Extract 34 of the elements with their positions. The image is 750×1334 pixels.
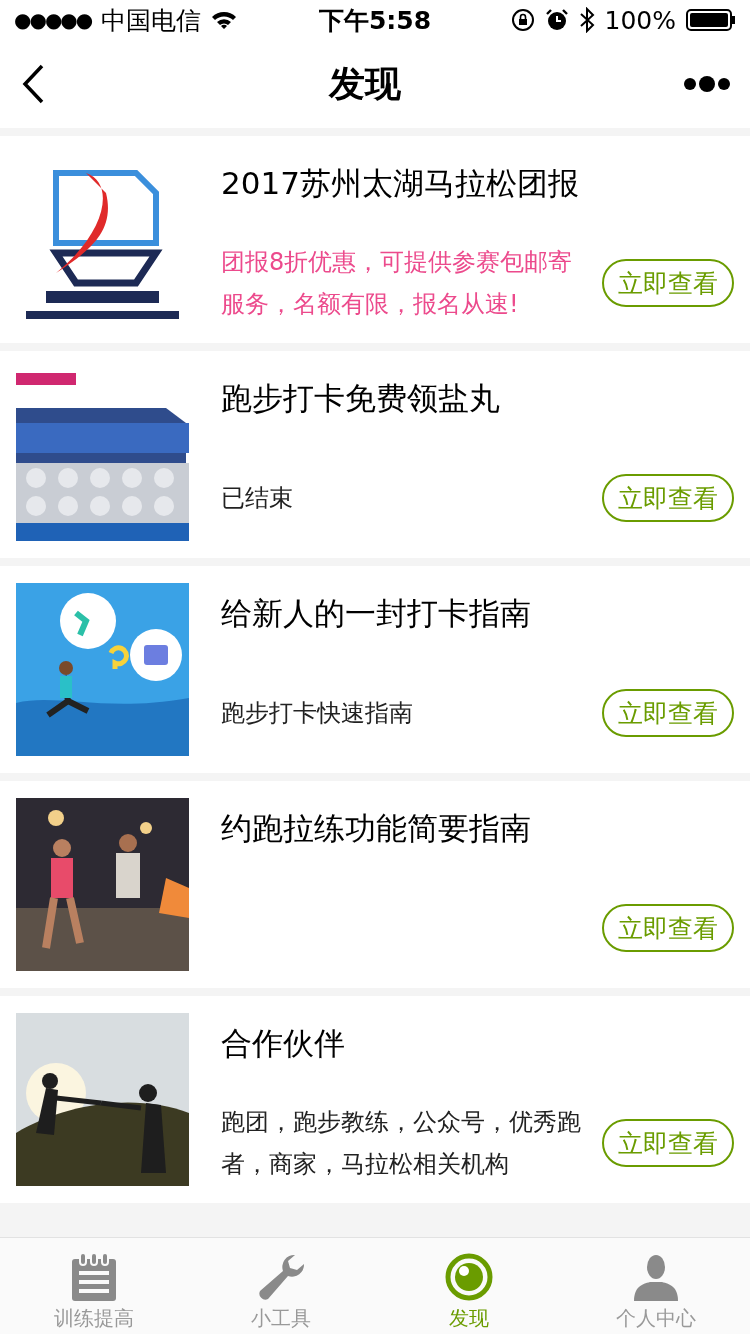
view-button[interactable]: 立即查看 — [602, 259, 734, 307]
card-title: 跑步打卡免费领盐丸 — [221, 379, 501, 418]
card-title: 合作伙伴 — [221, 1024, 346, 1063]
card-title: 给新人的一封打卡指南 — [221, 594, 532, 633]
carrier-name: 中国电信 — [101, 4, 202, 37]
view-button[interactable]: 立即查看 — [602, 904, 734, 952]
card-description: 团报8折优惠，可提供参赛包邮寄服务，名额有限，报名从速! — [221, 247, 574, 320]
signal-strength: ●●●●● — [14, 8, 92, 32]
card-title: 约跑拉练功能简要指南 — [221, 809, 532, 848]
view-button[interactable]: 立即查看 — [602, 689, 734, 737]
wifi-icon — [211, 10, 238, 30]
battery-percent: 100% — [604, 5, 676, 35]
view-button[interactable]: 立即查看 — [602, 1119, 734, 1167]
card-title: 2017苏州太湖马拉松团报 — [221, 164, 580, 203]
tab-button[interactable]: 训练提高 — [0, 1238, 188, 1334]
tab-button[interactable]: 个人中心 — [562, 1238, 750, 1334]
rotation-lock-icon — [510, 8, 535, 32]
eye-icon — [444, 1253, 493, 1301]
card-description: 跑团，跑步教练，公众号，优秀跑者，商家，马拉松相关机构 — [221, 1107, 582, 1180]
wrench-icon — [257, 1253, 306, 1301]
more-button[interactable] — [684, 74, 730, 94]
page-title: 发现 — [329, 61, 401, 106]
bluetooth-icon — [578, 7, 595, 33]
tab-button[interactable]: 发现 — [375, 1238, 563, 1334]
status-time: 下午5:58 — [318, 4, 432, 37]
card-description: 跑步打卡快速指南 — [221, 698, 414, 729]
person-icon — [632, 1253, 681, 1301]
back-button[interactable] — [20, 64, 46, 104]
alarm-icon — [544, 8, 569, 32]
notepad-icon — [70, 1253, 117, 1301]
view-button[interactable]: 立即查看 — [602, 474, 734, 522]
tab-button[interactable]: 小工具 — [187, 1238, 375, 1334]
card-description: 已结束 — [221, 483, 294, 514]
battery-icon — [686, 9, 736, 31]
